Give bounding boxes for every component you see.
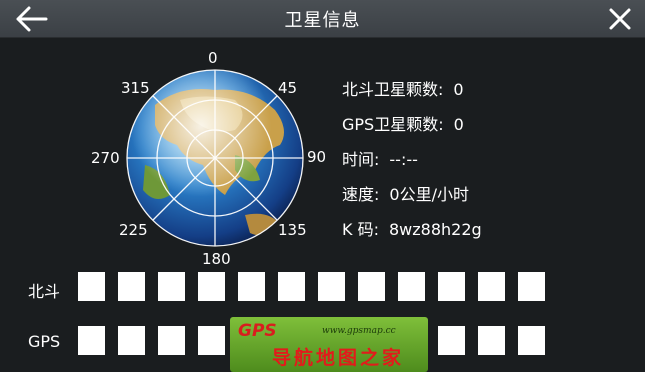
time-row: 时间: --:-- [342,146,418,170]
signal-slot [118,272,145,301]
k-code-row: K 码: 8wz88h22g [342,216,482,240]
signal-slot [438,272,465,301]
watermark-logo: GPS www.gpsmap.cc 导航地图之家 [230,317,428,372]
beidou-signal-slots [78,272,545,301]
gps-count-label: GPS卫星颗数: [342,115,444,134]
k-code-label: K 码: [342,220,379,239]
signal-slot [518,272,545,301]
close-icon [609,8,631,30]
compass-label-45: 45 [278,79,298,97]
signal-slot [278,272,305,301]
watermark-brand: GPS [238,321,277,341]
beidou-count-label: 北斗卫星颗数: [342,80,444,99]
compass-label-90: 90 [307,148,327,166]
time-value: --:-- [389,150,418,169]
signal-slot [118,326,145,355]
watermark-url: www.gpsmap.cc [322,326,396,336]
gps-count-row: GPS卫星颗数: 0 [342,111,464,135]
close-button[interactable] [605,4,635,34]
signal-slot [158,272,185,301]
time-label: 时间: [342,150,380,169]
compass-label-135: 135 [278,221,307,239]
title-bar: 卫星信息 [0,0,645,38]
k-code-value: 8wz88h22g [388,220,482,239]
signal-slot [78,272,105,301]
signal-slot [238,272,265,301]
signal-slot [358,272,385,301]
signal-slot [518,326,545,355]
beidou-count-value: 0 [453,80,464,99]
page-title: 卫星信息 [284,10,361,31]
signal-slot [198,272,225,301]
speed-value: 0公里/小时 [389,185,469,204]
compass-label-225: 225 [119,221,148,239]
signal-slot [438,326,465,355]
compass-label-0: 0 [208,49,218,67]
signal-slot [158,326,185,355]
signal-slot [478,326,505,355]
compass-label-270: 270 [91,149,120,167]
signal-slot [318,272,345,301]
speed-label: 速度: [342,185,380,204]
compass-label-315: 315 [121,79,150,97]
compass-label-180: 180 [202,250,231,268]
satellite-sky-plot: 0 45 90 135 180 225 270 315 [85,45,345,275]
beidou-row-label: 北斗 [28,282,61,301]
gps-row-label: GPS [28,332,61,351]
gps-count-value: 0 [453,115,464,134]
speed-row: 速度: 0公里/小时 [342,181,469,205]
signal-slot [398,272,425,301]
beidou-count-row: 北斗卫星颗数: 0 [342,76,464,100]
signal-slot [198,326,225,355]
signal-slot [78,326,105,355]
signal-slot [478,272,505,301]
watermark-name: 导航地图之家 [272,347,405,369]
